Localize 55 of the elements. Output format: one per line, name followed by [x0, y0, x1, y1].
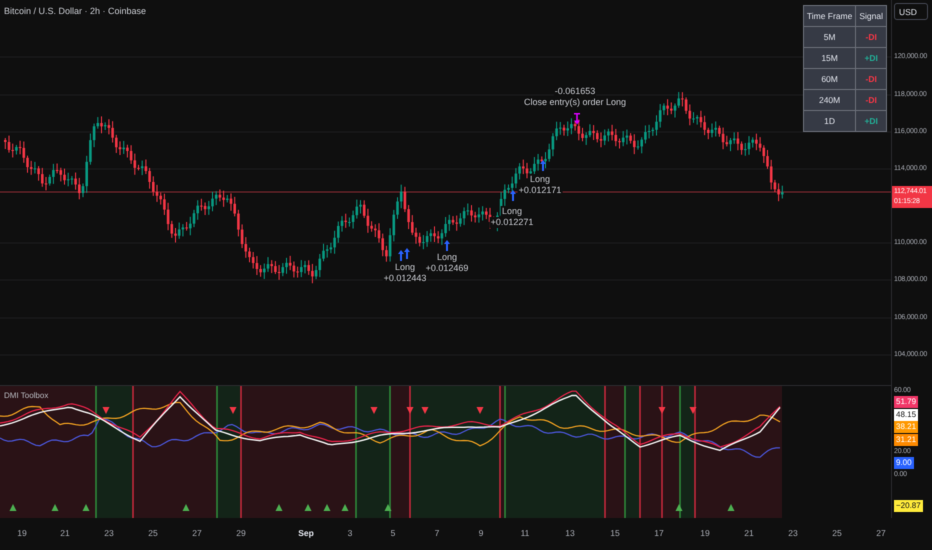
currency-button[interactable]: USD [894, 3, 928, 20]
column-header: Signal [856, 6, 886, 26]
time-tick: Sep [298, 528, 314, 538]
trade-profit: -0.061653 [554, 86, 596, 97]
trade-label: Close entry(s) order Long [522, 97, 628, 108]
signal-value: -DI [866, 32, 877, 42]
value-tag: 51.79 [894, 396, 918, 408]
down-arrow-icon [574, 113, 580, 124]
table-cell: 15M [803, 48, 856, 68]
table-cell: 240M [803, 90, 856, 110]
column-header: Time Frame [803, 6, 856, 26]
time-tick: 23 [788, 528, 798, 538]
table-cell: 60M [803, 68, 856, 90]
time-tick: 17 [654, 528, 664, 538]
trade-label: Long [500, 206, 523, 217]
up-arrow-icon [510, 190, 516, 201]
time-tick: 25 [148, 528, 158, 538]
value-tag: 9.00 [894, 457, 914, 469]
indicator-title: DMI Toolbox [4, 391, 48, 400]
trade-profit: +0.012171 [518, 185, 562, 196]
time-tick: 9 [478, 528, 484, 538]
time-tick: 5 [390, 528, 396, 538]
time-tick: 27 [876, 528, 886, 538]
signal-value: -DI [866, 74, 877, 84]
signal-value: +DI [864, 53, 878, 63]
time-tick: 23 [104, 528, 114, 538]
time-tick: 21 [60, 528, 70, 538]
trade-profit: +0.012443 [382, 273, 428, 284]
time-tick: 29 [236, 528, 246, 538]
time-tick: 3 [348, 528, 352, 538]
trade-label: Long [528, 174, 551, 185]
value-tag: 38.21 [894, 421, 918, 433]
time-tick: 13 [565, 528, 575, 538]
chart-title: Bitcoin / U.S. Dollar · 2h · Coinbase [4, 6, 146, 16]
time-tick: 19 [17, 528, 27, 538]
value-tag: 31.21 [894, 434, 918, 446]
value-tag: 48.15 [894, 409, 918, 421]
up-arrow-icon [540, 160, 546, 171]
trade-label: Long [436, 252, 458, 263]
time-tick: 15 [610, 528, 620, 538]
time-tick: 19 [700, 528, 710, 538]
time-tick: 27 [192, 528, 202, 538]
time-tick: 7 [434, 528, 440, 538]
trade-profit: +0.012271 [490, 217, 534, 228]
time-tick: 11 [520, 528, 530, 538]
table-cell: 1D [803, 110, 856, 132]
time-tick: 25 [832, 528, 842, 538]
signal-value: +DI [864, 116, 878, 126]
trade-profit: +0.012469 [424, 263, 470, 274]
up-arrow-icon [444, 240, 450, 251]
signal-value: -DI [866, 95, 877, 105]
table-cell: 5M [803, 26, 856, 48]
trade-label: Long [394, 262, 416, 273]
value-tag: −20.87 [894, 500, 923, 512]
time-tick: 21 [744, 528, 754, 538]
